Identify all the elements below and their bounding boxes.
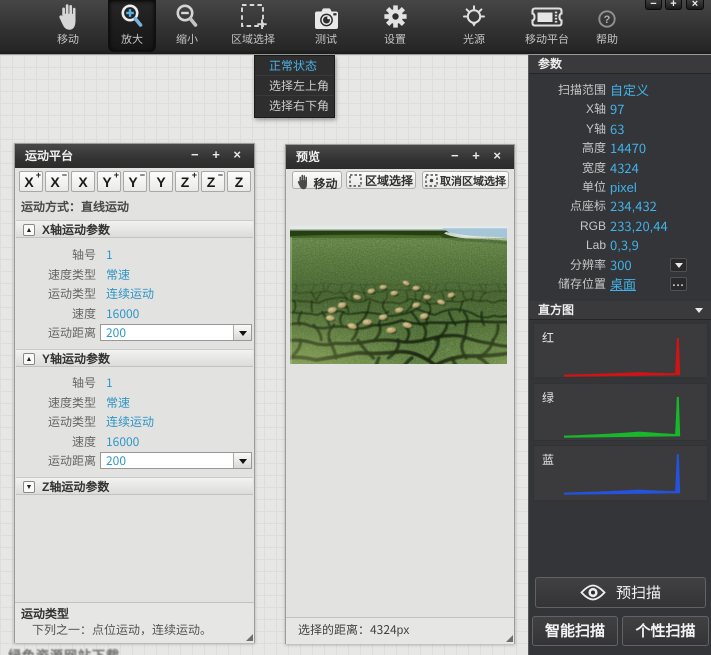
svg-text:?: ? <box>604 14 611 26</box>
